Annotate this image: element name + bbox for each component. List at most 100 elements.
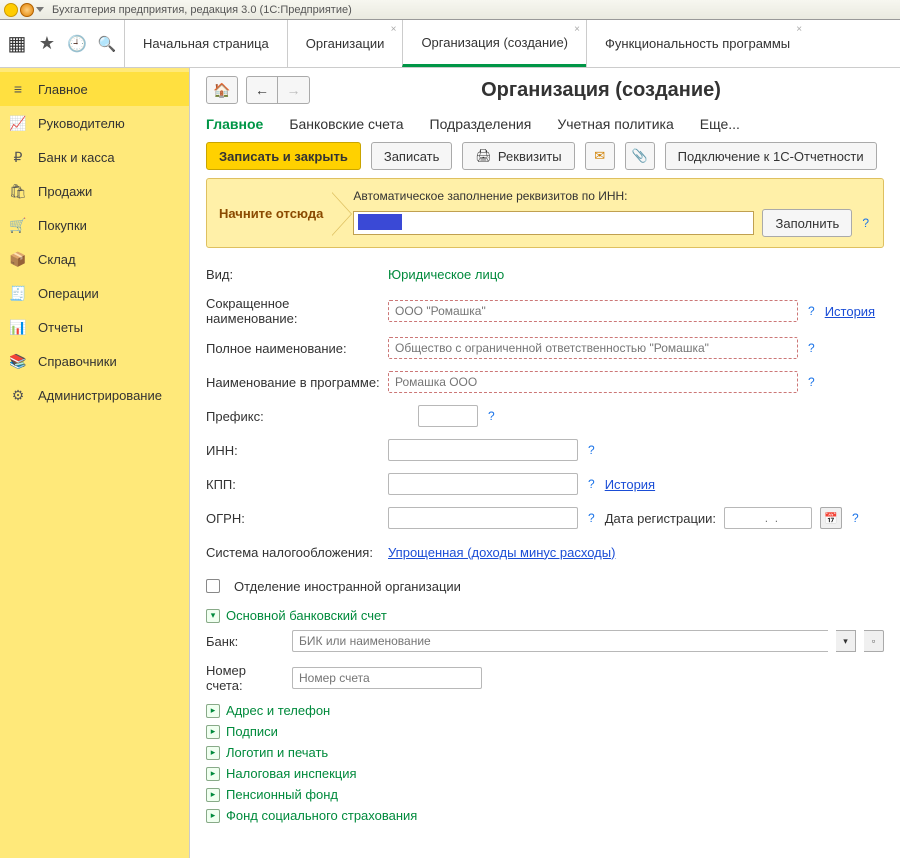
chevron-right-icon — [206, 767, 220, 781]
help-icon[interactable]: ? — [586, 443, 597, 457]
history-icon[interactable] — [68, 35, 86, 53]
sidebar-item-stock[interactable]: 📦Склад — [0, 242, 189, 276]
section-tab-accounting-policy[interactable]: Учетная политика — [557, 116, 673, 132]
close-icon[interactable]: × — [391, 24, 397, 35]
history-link[interactable]: История — [605, 477, 655, 492]
sidebar-item-sales[interactable]: 🛍Продажи — [0, 174, 189, 208]
app-dropdown-icon[interactable] — [20, 3, 34, 17]
gear-icon: ⚙ — [10, 387, 26, 403]
help-icon[interactable]: ? — [806, 304, 817, 318]
forward-button[interactable]: → — [278, 76, 310, 104]
chevron-down-icon — [206, 609, 220, 623]
tab-organizations[interactable]: Организации× — [287, 20, 403, 67]
dropdown-button[interactable]: ▾ — [836, 630, 856, 652]
page-title: Организация (создание) — [318, 79, 884, 102]
input-prefix[interactable] — [418, 405, 478, 427]
home-button[interactable]: 🏠 — [206, 76, 238, 104]
help-icon[interactable]: ? — [486, 409, 497, 423]
group-tax-inspection[interactable]: Налоговая инспекция — [206, 766, 884, 781]
tax-system-link[interactable]: Упрощенная (доходы минус расходы) — [388, 545, 615, 560]
inn-autofill-input[interactable] — [353, 211, 754, 235]
label-foreign-branch: Отделение иностранной организации — [234, 579, 461, 594]
label-tax-system: Система налогообложения: — [206, 545, 380, 560]
group-address-phone[interactable]: Адрес и телефон — [206, 703, 884, 718]
menu-icon: ≡ — [10, 81, 26, 97]
connect-1c-reporting-button[interactable]: Подключение к 1С-Отчетности — [665, 142, 877, 170]
attach-button[interactable]: 📎 — [625, 142, 655, 170]
sidebar-item-label: Главное — [38, 82, 88, 97]
nav-history: ← → — [246, 76, 310, 104]
group-social-insurance-fund[interactable]: Фонд социального страхования — [206, 808, 884, 823]
save-button[interactable]: Записать — [371, 142, 453, 170]
apps-grid-icon[interactable] — [8, 35, 26, 53]
back-button[interactable]: ← — [246, 76, 278, 104]
sidebar-item-references[interactable]: 📚Справочники — [0, 344, 189, 378]
help-icon[interactable]: ? — [860, 216, 871, 230]
sidebar-item-main[interactable]: ≡ Главное — [0, 72, 189, 106]
history-link[interactable]: История — [825, 304, 875, 319]
tab-organization-create[interactable]: Организация (создание)× — [402, 20, 586, 67]
section-tab-bank-accounts[interactable]: Банковские счета — [289, 116, 403, 132]
section-tab-departments[interactable]: Подразделения — [430, 116, 532, 132]
sidebar-item-label: Справочники — [38, 354, 117, 369]
help-icon[interactable]: ? — [586, 477, 597, 491]
group-label: Фонд социального страхования — [226, 808, 417, 823]
input-short-name[interactable] — [388, 300, 798, 322]
section-tab-more[interactable]: Еще... — [700, 116, 740, 132]
group-logo-seal[interactable]: Логотип и печать — [206, 745, 884, 760]
input-bank[interactable] — [292, 630, 828, 652]
favorites-icon[interactable] — [38, 35, 56, 53]
input-inn[interactable] — [388, 439, 578, 461]
group-pension-fund[interactable]: Пенсионный фонд — [206, 787, 884, 802]
sidebar-item-reports[interactable]: 📊Отчеты — [0, 310, 189, 344]
label-inn: ИНН: — [206, 443, 380, 458]
chevron-right-icon — [206, 788, 220, 802]
button-label: Заполнить — [775, 216, 839, 231]
sidebar-item-operations[interactable]: 🧾Операции — [0, 276, 189, 310]
save-and-close-button[interactable]: Записать и закрыть — [206, 142, 361, 170]
help-icon[interactable]: ? — [850, 511, 861, 525]
section-tabs: Главное Банковские счета Подразделения У… — [206, 116, 884, 132]
input-full-name[interactable] — [388, 337, 798, 359]
chart-icon: 📈 — [10, 115, 26, 131]
sidebar-item-label: Склад — [38, 252, 76, 267]
search-icon[interactable] — [98, 35, 116, 53]
app-1c-icon — [4, 3, 18, 17]
sidebar-item-label: Операции — [38, 286, 99, 301]
requisites-button[interactable]: 🖨Реквизиты — [462, 142, 574, 170]
sidebar-item-purchases[interactable]: 🛒Покупки — [0, 208, 189, 242]
envelope-icon: ✉ — [594, 148, 605, 164]
sidebar-item-manager[interactable]: 📈Руководителю — [0, 106, 189, 140]
chevron-down-icon[interactable] — [36, 7, 44, 12]
input-account-number[interactable] — [292, 667, 482, 689]
close-icon[interactable]: × — [796, 24, 802, 35]
row-bank: Банк: ▾ ▫ — [206, 629, 884, 653]
section-tab-main[interactable]: Главное — [206, 116, 263, 132]
sidebar-item-admin[interactable]: ⚙ Администрирование — [0, 378, 189, 412]
checkbox-foreign-branch[interactable] — [206, 579, 220, 593]
start-inner: Автоматическое заполнение реквизитов по … — [353, 189, 871, 237]
row-short-name: Сокращенное наименование: ? История — [206, 296, 884, 326]
fill-button[interactable]: Заполнить — [762, 209, 852, 237]
help-icon[interactable]: ? — [586, 511, 597, 525]
tab-start-page[interactable]: Начальная страница — [124, 20, 287, 67]
open-picker-button[interactable]: ▫ — [864, 630, 884, 652]
input-prog-name[interactable] — [388, 371, 798, 393]
tab-label: Функциональность программы — [605, 36, 790, 51]
group-signatures[interactable]: Подписи — [206, 724, 884, 739]
group-label: Подписи — [226, 724, 278, 739]
row-inn: ИНН: ? — [206, 438, 884, 462]
help-icon[interactable]: ? — [806, 375, 817, 389]
mail-button[interactable]: ✉ — [585, 142, 615, 170]
input-kpp[interactable] — [388, 473, 578, 495]
group-bank-account[interactable]: Основной банковский счет — [206, 608, 884, 623]
input-ogrn[interactable] — [388, 507, 578, 529]
input-regdate[interactable] — [724, 507, 812, 529]
sidebar-item-bank[interactable]: ₽Банк и касса — [0, 140, 189, 174]
help-icon[interactable]: ? — [806, 341, 817, 355]
close-icon[interactable]: × — [574, 24, 580, 35]
sidebar-item-label: Продажи — [38, 184, 92, 199]
sidebar-item-label: Администрирование — [38, 388, 162, 403]
tab-functionality[interactable]: Функциональность программы × — [586, 20, 808, 67]
calendar-button[interactable]: 📅 — [820, 507, 842, 529]
